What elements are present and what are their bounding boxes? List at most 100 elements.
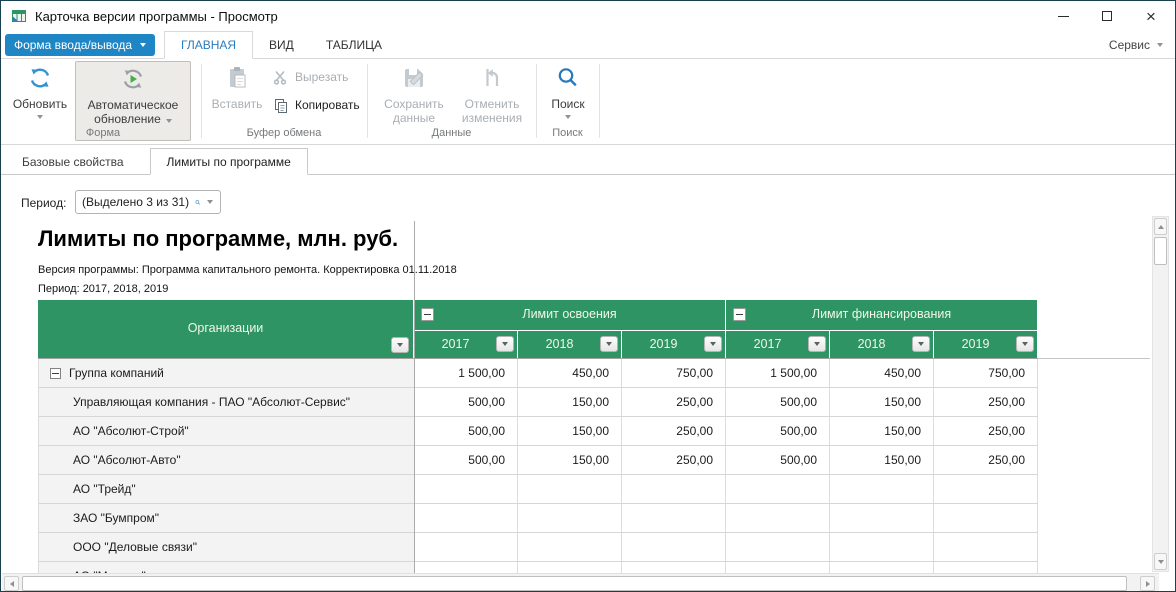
horizontal-scrollbar[interactable]	[2, 573, 1159, 592]
close-button[interactable]: ×	[1129, 1, 1173, 31]
org-header-cell[interactable]: Организации	[38, 300, 414, 358]
filter-button[interactable]	[1016, 336, 1034, 352]
value-cell[interactable]	[414, 475, 518, 504]
scroll-up-button[interactable]	[1154, 218, 1167, 235]
scroll-right-button[interactable]	[1140, 576, 1155, 591]
filter-button[interactable]	[704, 336, 722, 352]
value-cell[interactable]: 250,00	[934, 446, 1038, 475]
value-cell[interactable]: 750,00	[934, 359, 1038, 388]
period-combobox[interactable]: (Выделено 3 из 31)	[75, 190, 221, 214]
value-cell[interactable]	[830, 562, 934, 573]
vertical-scrollbar-thumb[interactable]	[1154, 237, 1167, 265]
value-cell[interactable]	[622, 533, 726, 562]
copy-button[interactable]: Копировать	[273, 94, 360, 116]
org-cell[interactable]: Группа компаний	[38, 359, 414, 388]
value-cell[interactable]: 250,00	[622, 417, 726, 446]
value-cell[interactable]	[622, 562, 726, 573]
value-cell[interactable]	[414, 562, 518, 573]
value-cell[interactable]	[622, 504, 726, 533]
column-group-header-financing[interactable]: Лимит финансирования	[726, 300, 1038, 331]
org-cell[interactable]: АО "Абсолют-Строй"	[38, 417, 414, 446]
cut-button[interactable]: Вырезать	[273, 66, 348, 88]
ribbon-tab-table[interactable]: ТАБЛИЦА	[310, 31, 398, 59]
chevron-down-icon[interactable]	[207, 200, 213, 204]
frozen-pane-divider[interactable]	[414, 221, 415, 573]
value-cell[interactable]: 500,00	[726, 417, 830, 446]
horizontal-scrollbar-thumb[interactable]	[22, 576, 1127, 591]
value-cell[interactable]	[830, 533, 934, 562]
year-header-cell[interactable]: 2019	[622, 331, 726, 358]
value-cell[interactable]	[726, 562, 830, 573]
value-cell[interactable]: 150,00	[830, 388, 934, 417]
scroll-down-button[interactable]	[1154, 553, 1167, 570]
minimize-button[interactable]	[1041, 1, 1085, 31]
year-header-cell[interactable]: 2018	[830, 331, 934, 358]
ribbon-tab-view[interactable]: ВИД	[253, 31, 310, 59]
value-cell[interactable]: 150,00	[518, 446, 622, 475]
value-cell[interactable]	[934, 533, 1038, 562]
year-header-cell[interactable]: 2018	[518, 331, 622, 358]
value-cell[interactable]: 500,00	[726, 388, 830, 417]
value-cell[interactable]: 500,00	[414, 417, 518, 446]
maximize-button[interactable]	[1085, 1, 1129, 31]
value-cell[interactable]	[726, 504, 830, 533]
value-cell[interactable]: 500,00	[414, 446, 518, 475]
value-cell[interactable]: 150,00	[830, 446, 934, 475]
value-cell[interactable]: 250,00	[934, 388, 1038, 417]
value-cell[interactable]: 250,00	[934, 417, 1038, 446]
value-cell[interactable]	[726, 475, 830, 504]
save-label-line1: Сохранить	[384, 97, 444, 111]
value-cell[interactable]: 250,00	[622, 388, 726, 417]
filter-button[interactable]	[600, 336, 618, 352]
filter-button[interactable]	[808, 336, 826, 352]
value-cell[interactable]: 450,00	[830, 359, 934, 388]
value-cell[interactable]	[518, 562, 622, 573]
year-header-cell[interactable]: 2019	[934, 331, 1038, 358]
value-cell[interactable]: 1 500,00	[726, 359, 830, 388]
org-cell[interactable]: Управляющая компания - ПАО "Абсолют-Серв…	[38, 388, 414, 417]
org-cell[interactable]: АО "Трейд"	[38, 475, 414, 504]
arrow-right-icon	[1146, 581, 1150, 587]
ribbon-tab-main[interactable]: ГЛАВНАЯ	[164, 31, 253, 59]
service-menu[interactable]: Сервис	[1109, 31, 1163, 58]
value-cell[interactable]	[830, 504, 934, 533]
app-menu-button[interactable]: Форма ввода/вывода	[5, 34, 155, 56]
tab-program-limits[interactable]: Лимиты по программе	[150, 148, 308, 175]
value-cell[interactable]	[518, 504, 622, 533]
value-cell[interactable]: 150,00	[518, 417, 622, 446]
value-cell[interactable]: 250,00	[622, 446, 726, 475]
value-cell[interactable]: 500,00	[414, 388, 518, 417]
value-cell[interactable]	[518, 533, 622, 562]
tab-basic-properties[interactable]: Базовые свойства	[6, 148, 140, 175]
clipboard-icon	[224, 65, 250, 91]
year-header-cell[interactable]: 2017	[726, 331, 830, 358]
value-cell[interactable]	[830, 475, 934, 504]
value-cell[interactable]	[414, 533, 518, 562]
filter-button[interactable]	[912, 336, 930, 352]
org-cell[interactable]: АО "Моторы"	[38, 562, 414, 573]
value-cell[interactable]	[622, 475, 726, 504]
org-cell[interactable]: ООО "Деловые связи"	[38, 533, 414, 562]
magnifier-icon[interactable]	[195, 195, 201, 210]
scroll-left-button[interactable]	[4, 576, 19, 591]
filter-button[interactable]	[391, 337, 409, 353]
value-cell[interactable]: 450,00	[518, 359, 622, 388]
org-cell[interactable]: АО "Абсолют-Авто"	[38, 446, 414, 475]
value-cell[interactable]: 1 500,00	[414, 359, 518, 388]
value-cell[interactable]	[934, 504, 1038, 533]
value-cell[interactable]: 750,00	[622, 359, 726, 388]
value-cell[interactable]: 150,00	[518, 388, 622, 417]
collapse-icon[interactable]	[50, 368, 61, 379]
org-cell[interactable]: ЗАО "Бумпром"	[38, 504, 414, 533]
value-cell[interactable]	[518, 475, 622, 504]
value-cell[interactable]	[934, 562, 1038, 573]
value-cell[interactable]: 150,00	[830, 417, 934, 446]
value-cell[interactable]	[414, 504, 518, 533]
value-cell[interactable]	[934, 475, 1038, 504]
value-cell[interactable]	[726, 533, 830, 562]
filter-button[interactable]	[496, 336, 514, 352]
value-cell[interactable]: 500,00	[726, 446, 830, 475]
vertical-scrollbar[interactable]	[1152, 216, 1169, 572]
column-group-header-development[interactable]: Лимит освоения	[414, 300, 726, 331]
year-header-cell[interactable]: 2017	[414, 331, 518, 358]
